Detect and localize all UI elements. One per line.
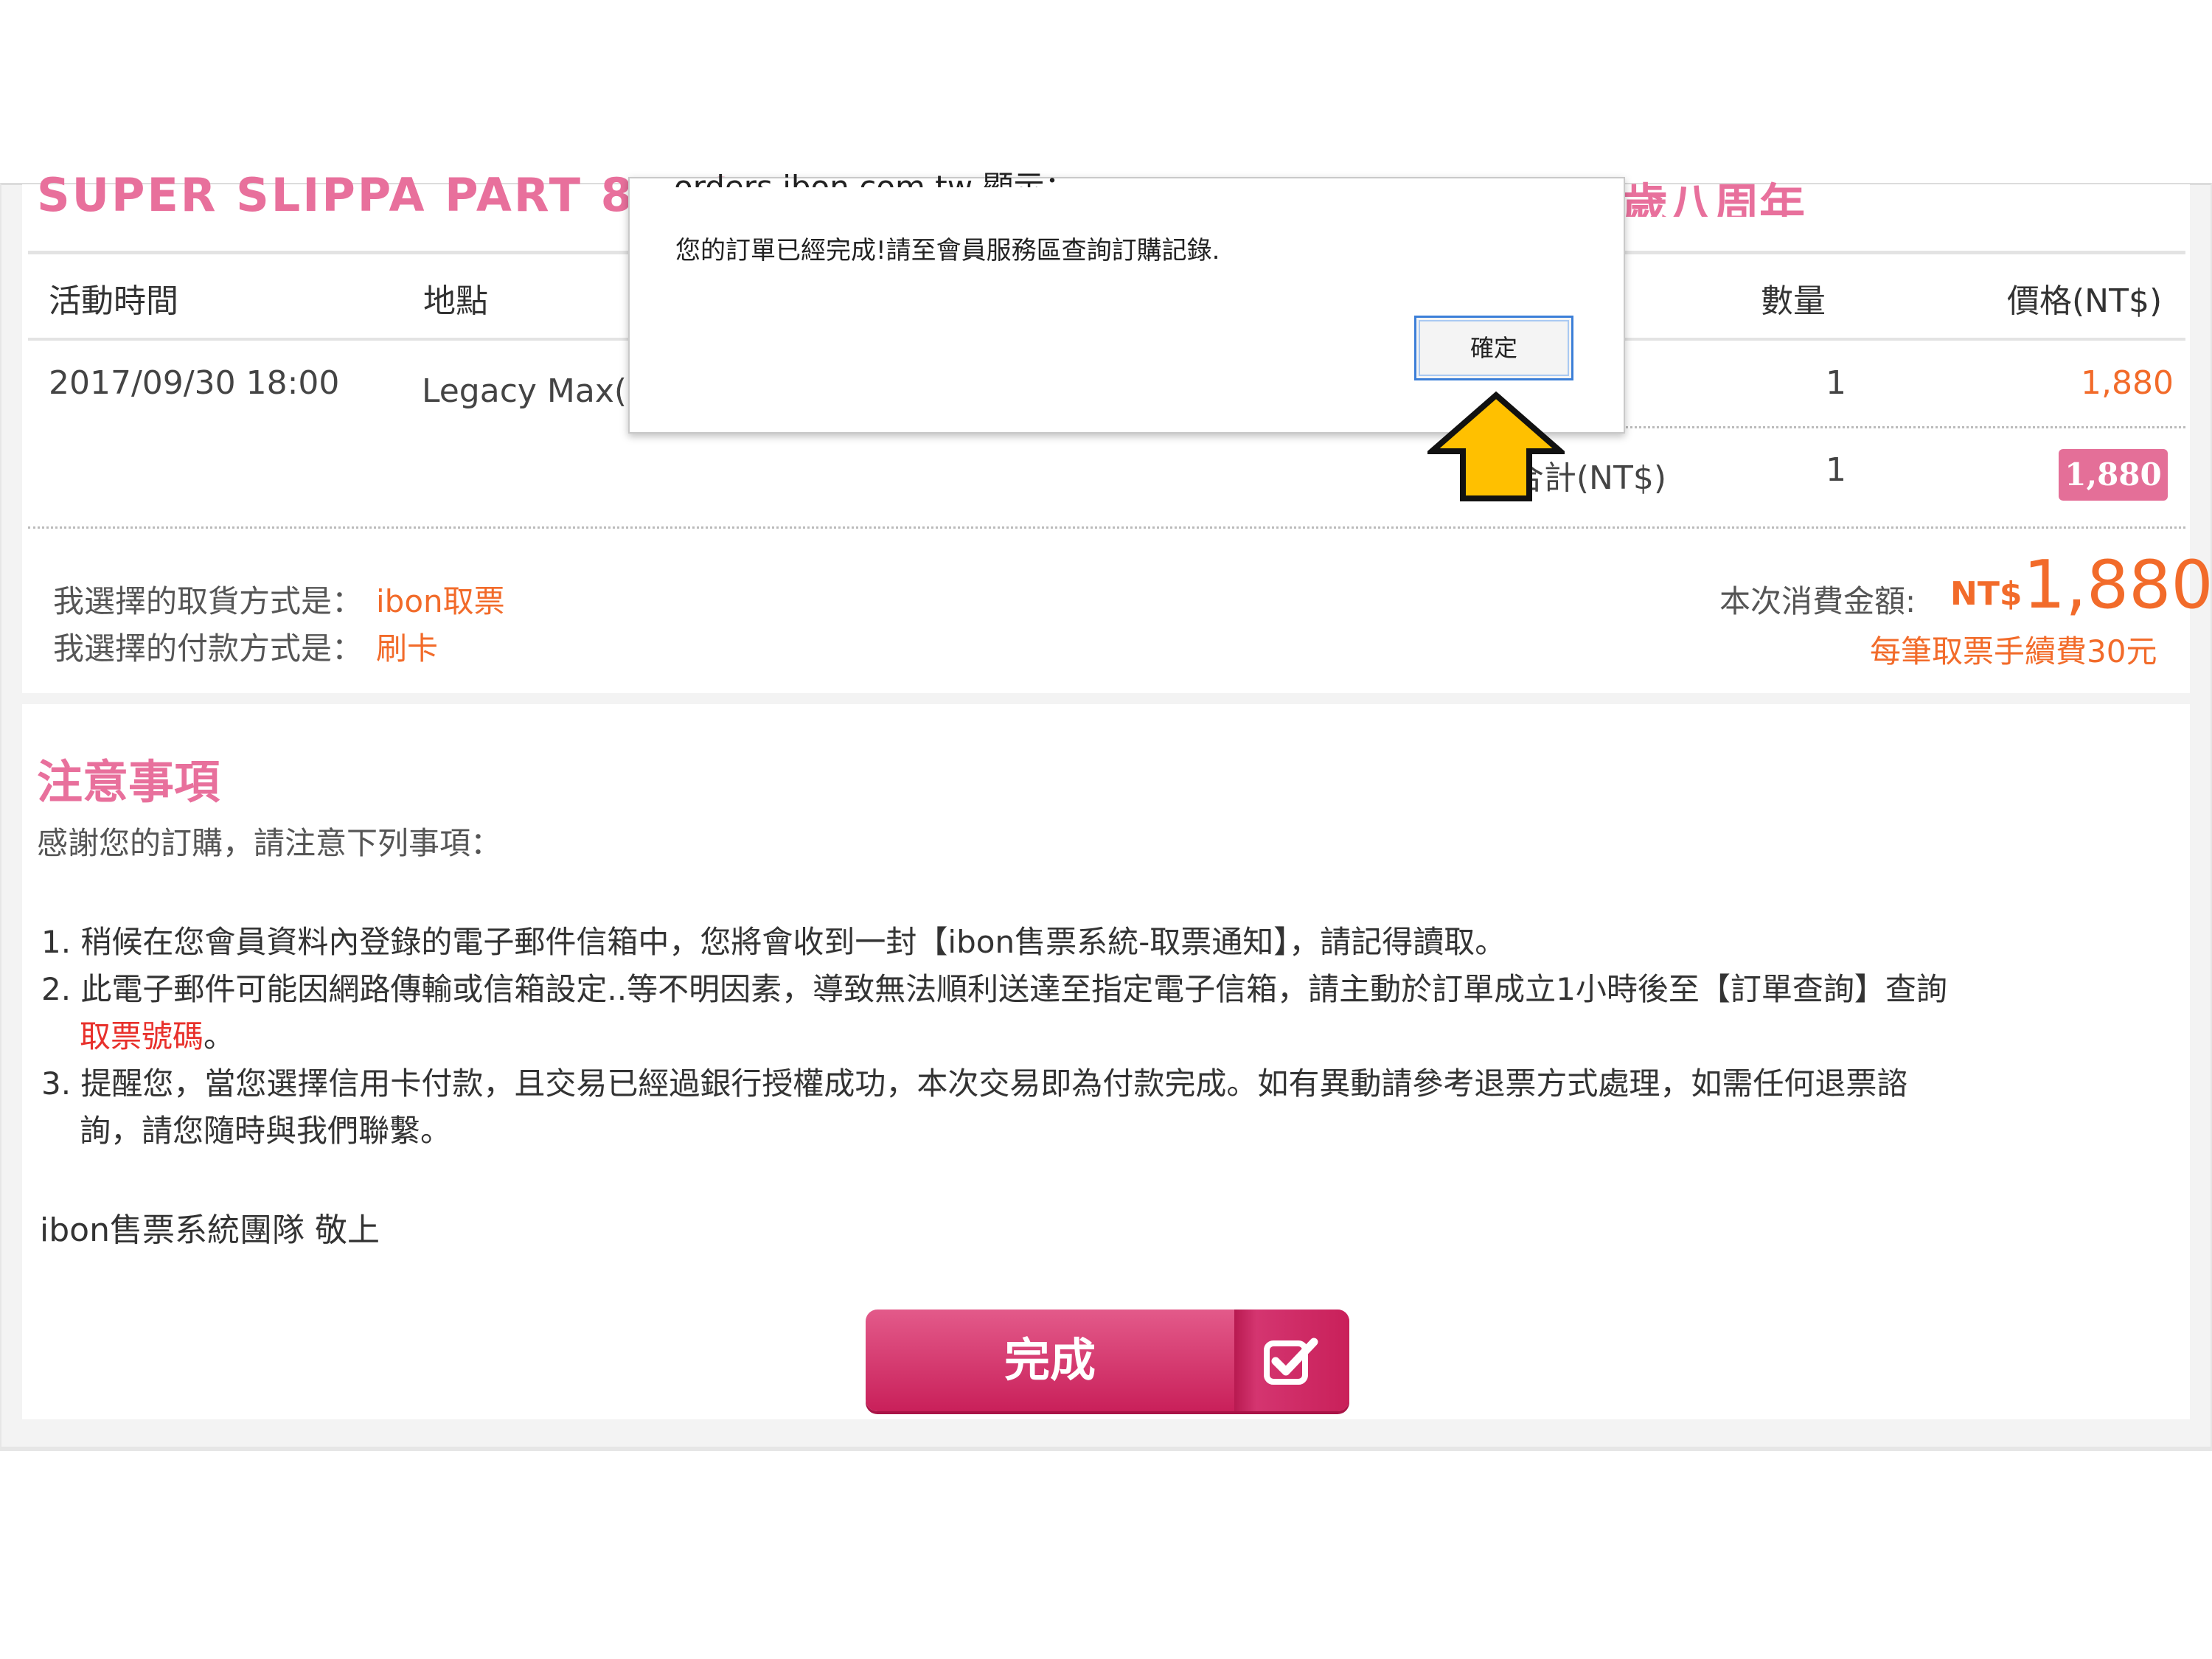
event-title-suffix: 歲八周年 <box>1622 178 1806 217</box>
row-qty: 1 <box>1826 364 1846 402</box>
row-time: 2017/09/30 18:00 <box>49 364 340 402</box>
amount-label: 本次消費金額: <box>1719 583 1916 619</box>
notice-item-2-end: 。 <box>204 1018 235 1054</box>
header-venue: 地點 <box>423 282 488 320</box>
pickup-value: ibon取票 <box>376 583 505 619</box>
check-square-icon <box>1264 1338 1318 1385</box>
fee-note: 每筆取票手續費30元 <box>1870 633 2157 669</box>
done-button[interactable]: 完成 <box>866 1310 1349 1411</box>
alert-message: 您的訂單已經完成!請至會員服務區查詢訂購記錄. <box>675 236 1220 265</box>
arrow-up-icon <box>1427 391 1565 501</box>
alert-origin: orders.ibon.com.tw 顯示： <box>674 169 1076 187</box>
alert-ok-button[interactable]: 確定 <box>1414 316 1573 380</box>
notice-title: 注意事項 <box>37 755 220 809</box>
amount-currency: NT$ <box>1950 575 2023 613</box>
header-qty: 數量 <box>1761 282 1826 320</box>
payment-value: 刷卡 <box>376 630 439 667</box>
notice-item-1: 1. 稍候在您會員資料內登錄的電子郵件信箱中，您將會收到一封【ibon售票系統-… <box>41 924 1506 960</box>
notice-item-3: 3. 提醒您，當您選擇信用卡付款，且交易已經過銀行授權成功，本次交易即為付款完成… <box>41 1065 1908 1102</box>
total-qty: 1 <box>1826 451 1846 489</box>
signature: ibon售票系統團隊 敬上 <box>40 1211 380 1249</box>
row-price: 1,880 <box>2081 364 2174 402</box>
row-venue: Legacy Max(台 <box>422 372 628 410</box>
amount-value: 1,880 <box>2023 546 2212 624</box>
notice-intro: 感謝您的訂購，請注意下列事項： <box>37 825 502 861</box>
done-button-label: 完成 <box>1004 1333 1096 1387</box>
pickup-label: 我選擇的取貨方式是： <box>53 583 364 619</box>
notice-item-2-cont: 取票號碼。 <box>80 1012 234 1057</box>
notice-item-3-cont: 詢，請您隨時與我們聯繫。 <box>80 1113 452 1149</box>
payment-label: 我選擇的付款方式是： <box>53 630 364 667</box>
summary-divider <box>28 526 2185 529</box>
ticket-number-link[interactable]: 取票號碼 <box>80 1018 204 1054</box>
payment-method: 我選擇的付款方式是： 刷卡 <box>53 624 438 669</box>
header-time: 活動時間 <box>49 282 178 320</box>
total-price-badge: 1,880 <box>2059 449 2168 501</box>
pickup-method: 我選擇的取貨方式是： ibon取票 <box>53 577 505 622</box>
header-price: 價格(NT$) <box>2007 282 2163 320</box>
notice-item-2: 2. 此電子郵件可能因網路傳輸或信箱設定..等不明因素，導致無法順利送達至指定電… <box>41 971 1947 1007</box>
